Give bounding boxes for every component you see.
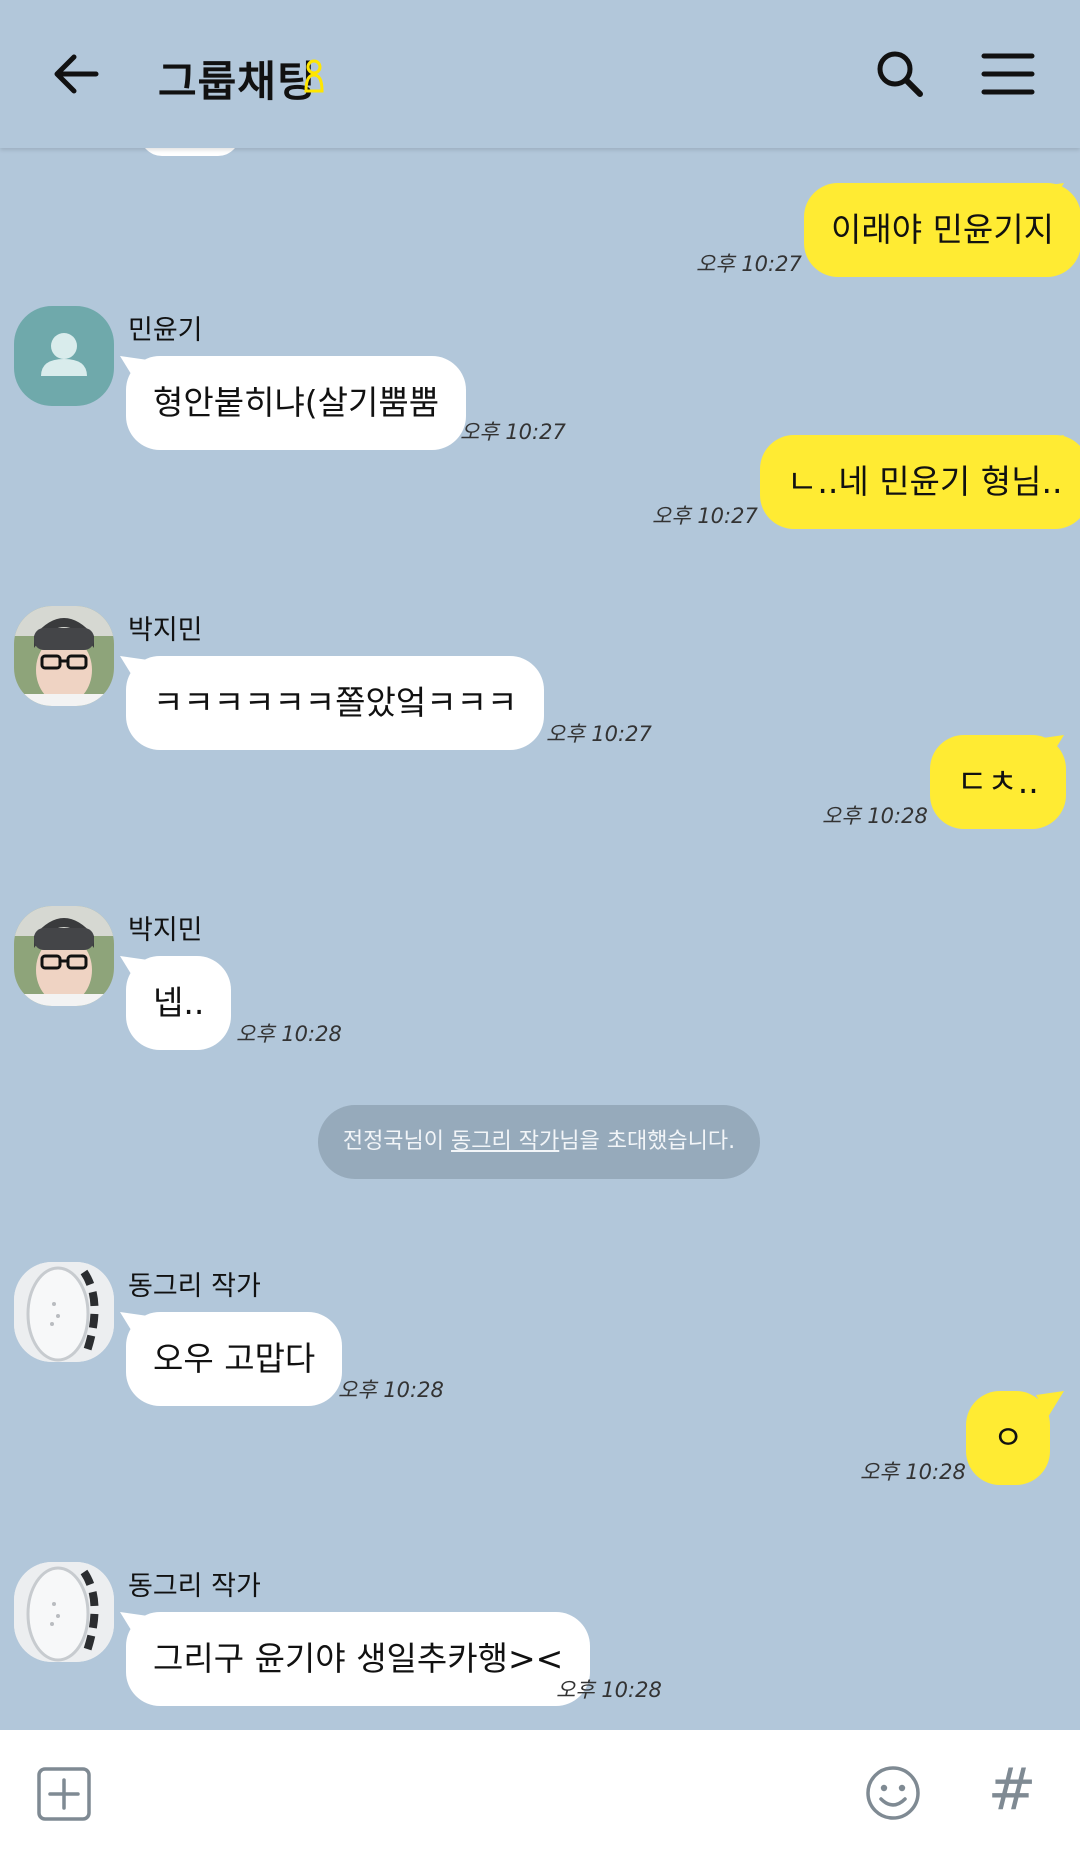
message-bubble[interactable]: 형안붙히냐(살기뿜뿜 xyxy=(126,356,467,450)
sender-name: 동그리 작가 xyxy=(128,1571,261,1602)
chat-header: 그룹채팅 xyxy=(0,0,1080,148)
avatar[interactable] xyxy=(14,606,114,706)
message-time: 오후 10:27 xyxy=(652,504,758,528)
message-time: 오후 10:28 xyxy=(860,1460,966,1484)
bubble-tail xyxy=(120,956,148,982)
avatar[interactable] xyxy=(14,906,114,1006)
sender-name: 동그리 작가 xyxy=(128,1271,261,1302)
bubble-tail xyxy=(120,1612,148,1638)
notice-prefix: 전정국님이 xyxy=(342,1129,452,1154)
avatar[interactable] xyxy=(14,1562,114,1662)
profile-photo xyxy=(14,1262,114,1362)
message-time: 오후 10:28 xyxy=(822,804,928,828)
profile-photo xyxy=(14,606,114,706)
invitee-link[interactable]: 동그리 작가 xyxy=(451,1129,559,1154)
chat-area[interactable]: 오후 10:27 이래야 민윤기지 민윤기 형안붙히냐(살기뿜뿜 오후 10:2… xyxy=(0,148,1080,1730)
hamburger-menu-icon[interactable] xyxy=(980,48,1036,100)
bubble-tail xyxy=(120,656,148,682)
plus-square-icon[interactable] xyxy=(36,1766,92,1822)
message-bubble[interactable]: 그리구 윤기야 생일추카행>< xyxy=(126,1612,591,1706)
back-arrow-icon[interactable] xyxy=(48,46,104,102)
default-profile-icon xyxy=(41,333,87,376)
message-bubble[interactable]: 오우 고맙다 xyxy=(126,1312,343,1406)
avatar[interactable] xyxy=(14,306,114,406)
search-icon[interactable] xyxy=(872,46,928,102)
bubble-tail xyxy=(1036,183,1064,209)
bubble-tail xyxy=(1036,735,1064,761)
smiley-icon[interactable] xyxy=(864,1764,922,1822)
sender-name: 박지민 xyxy=(128,915,203,946)
message-time: 오후 10:28 xyxy=(236,1022,342,1046)
sender-name: 박지민 xyxy=(128,615,203,646)
bubble-tail xyxy=(1036,1391,1064,1417)
message-time: 오후 10:27 xyxy=(546,722,652,746)
sender-name: 민윤기 xyxy=(128,315,203,346)
bubble-tail xyxy=(1036,435,1064,461)
profile-photo xyxy=(14,1562,114,1662)
hash-icon[interactable]: # xyxy=(982,1754,1042,1824)
chat-title: 그룹채팅 xyxy=(158,57,317,106)
message-bubble[interactable]: ㅋㅋㅋㅋㅋㅋ쫄았엌ㅋㅋㅋ xyxy=(126,656,545,750)
message-time: 오후 10:28 xyxy=(556,1678,662,1702)
person-outline-icon xyxy=(304,59,324,93)
message-bubble[interactable]: ㄴ..네 민윤기 형님.. xyxy=(760,435,1080,529)
bubble-tail xyxy=(120,356,148,382)
notice-suffix: 님을 초대했습니다. xyxy=(559,1129,736,1154)
profile-photo xyxy=(14,906,114,1006)
avatar[interactable] xyxy=(14,1262,114,1362)
message-input-bar[interactable]: # xyxy=(0,1730,1080,1857)
bubble-tail xyxy=(120,1312,148,1338)
message-bubble-partial xyxy=(140,148,240,156)
message-time: 오후 10:28 xyxy=(338,1378,444,1402)
message-time: 오후 10:27 xyxy=(696,252,802,276)
system-notice: 전정국님이 동그리 작가님을 초대했습니다. xyxy=(318,1105,760,1179)
message-time: 오후 10:27 xyxy=(460,420,566,444)
